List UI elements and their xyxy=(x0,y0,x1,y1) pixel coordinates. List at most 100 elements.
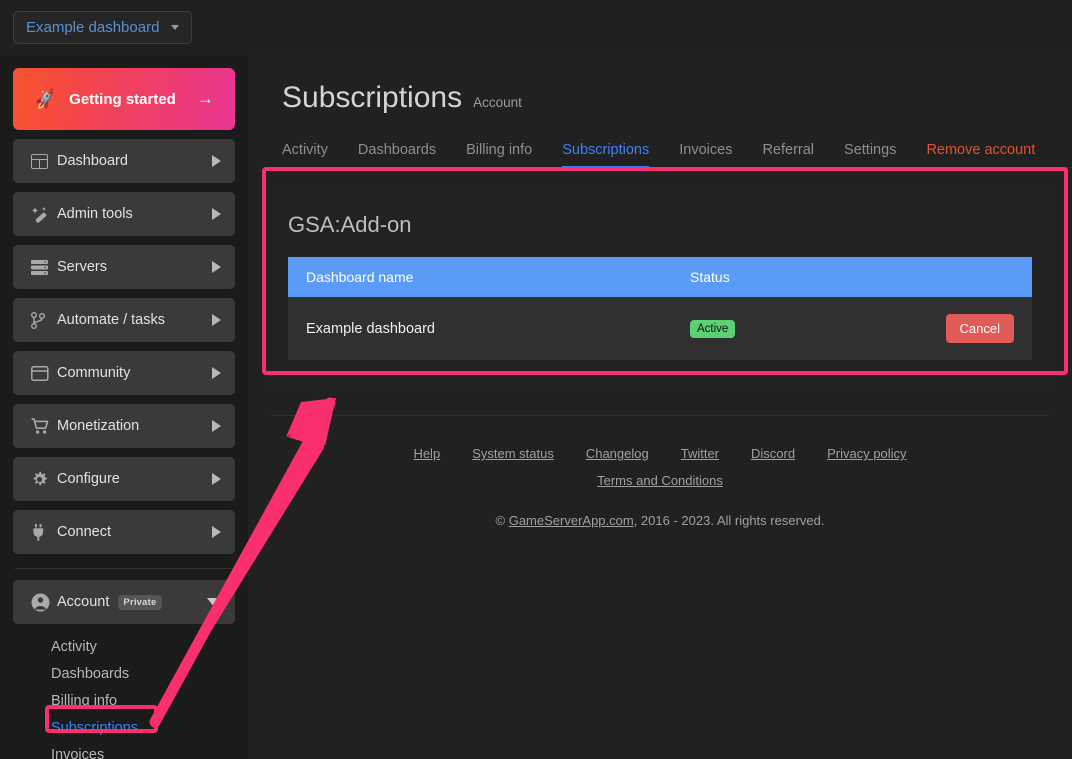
window-icon xyxy=(31,366,57,381)
footer-copyright: © GameServerApp.com, 2016 - 2023. All ri… xyxy=(248,513,1072,528)
plug-icon xyxy=(31,524,57,541)
sidebar-item-label: Community xyxy=(57,365,212,381)
sidebar-item-connect[interactable]: Connect xyxy=(13,510,235,554)
tab-invoices[interactable]: Invoices xyxy=(664,142,747,167)
chevron-down-icon xyxy=(207,598,221,607)
sidebar-item-label: Account xyxy=(57,594,109,610)
cancel-button[interactable]: Cancel xyxy=(946,314,1014,343)
column-header-status: Status xyxy=(672,257,902,297)
cart-icon xyxy=(31,418,57,435)
tab-label: Invoices xyxy=(679,142,732,158)
chevron-right-icon xyxy=(212,261,221,273)
sidebar-subitem-label: Subscriptions xyxy=(51,720,138,736)
sidebar-subitem-subscriptions[interactable]: Subscriptions xyxy=(51,714,235,741)
subscriptions-table: Dashboard name Status Example dashboard … xyxy=(288,257,1032,360)
tab-bar: Activity Dashboards Billing info Subscri… xyxy=(282,135,1072,168)
sidebar-item-dashboard[interactable]: Dashboard xyxy=(13,139,235,183)
sidebar-item-automate-tasks[interactable]: Automate / tasks xyxy=(13,298,235,342)
sidebar-item-account[interactable]: Account Private xyxy=(13,580,235,624)
table-row: Example dashboard Active Cancel xyxy=(288,297,1032,360)
status-badge: Active xyxy=(690,320,735,338)
footer-link-twitter[interactable]: Twitter xyxy=(681,446,719,461)
sidebar-item-label: Monetization xyxy=(57,418,212,434)
sidebar-subitem-label: Dashboards xyxy=(51,666,129,682)
tab-label: Dashboards xyxy=(358,142,436,158)
sidebar-item-configure[interactable]: Configure xyxy=(13,457,235,501)
top-bar: Example dashboard xyxy=(0,0,1072,55)
grid-icon xyxy=(31,154,57,169)
table-header-row: Dashboard name Status xyxy=(288,257,1032,297)
page-header: Subscriptions Account xyxy=(248,55,1072,115)
column-header-actions xyxy=(902,257,1032,297)
sidebar-subitem-label: Activity xyxy=(51,639,97,655)
copyright-prefix: © xyxy=(496,513,509,528)
server-icon xyxy=(31,260,57,275)
tab-subscriptions[interactable]: Subscriptions xyxy=(547,142,664,167)
sidebar-subitem-label: Invoices xyxy=(51,747,104,759)
sidebar-item-servers[interactable]: Servers xyxy=(13,245,235,289)
footer-link-help[interactable]: Help xyxy=(413,446,440,461)
arrow-right-icon: → xyxy=(197,89,214,109)
rocket-icon: 🚀 xyxy=(33,88,57,109)
sidebar-subitem-activity[interactable]: Activity xyxy=(51,633,235,660)
footer-link-gameserverapp[interactable]: GameServerApp.com xyxy=(509,513,634,528)
sidebar-divider xyxy=(15,568,233,569)
sidebar-subitem-invoices[interactable]: Invoices xyxy=(51,741,235,759)
footer-link-privacy-policy[interactable]: Privacy policy xyxy=(827,446,906,461)
cell-actions: Cancel xyxy=(902,297,1032,360)
tab-label: Remove account xyxy=(926,142,1035,158)
copyright-suffix: , 2016 - 2023. All rights reserved. xyxy=(634,513,825,528)
sidebar-item-label: Connect xyxy=(57,524,212,540)
sidebar-item-label: Admin tools xyxy=(57,206,212,222)
footer-terms: Terms and Conditions xyxy=(248,472,1072,490)
private-badge: Private xyxy=(118,595,161,610)
tab-label: Activity xyxy=(282,142,328,158)
getting-started-label: Getting started xyxy=(69,91,176,108)
main-content: Subscriptions Account Activity Dashboard… xyxy=(248,55,1072,759)
tab-label: Billing info xyxy=(466,142,532,158)
chevron-right-icon xyxy=(212,155,221,167)
tab-billing-info[interactable]: Billing info xyxy=(451,142,547,167)
dashboard-selector-label: Example dashboard xyxy=(26,19,159,36)
sidebar-item-community[interactable]: Community xyxy=(13,351,235,395)
sidebar-item-label: Dashboard xyxy=(57,153,212,169)
tab-label: Settings xyxy=(844,142,896,158)
tab-label: Referral xyxy=(762,142,814,158)
subscriptions-card: GSA:Add-on Dashboard name Status Example… xyxy=(268,190,1052,390)
page-subtitle: Account xyxy=(473,95,522,110)
dashboard-selector[interactable]: Example dashboard xyxy=(13,11,192,44)
footer: Help System status Changelog Twitter Dis… xyxy=(248,446,1072,528)
wand-icon xyxy=(31,206,57,223)
tab-dashboards[interactable]: Dashboards xyxy=(343,142,451,167)
sidebar-item-label: Configure xyxy=(57,471,212,487)
branch-icon xyxy=(31,312,57,329)
tab-remove-account[interactable]: Remove account xyxy=(911,142,1050,167)
footer-link-terms-and-conditions[interactable]: Terms and Conditions xyxy=(597,473,723,488)
column-header-dashboard-name: Dashboard name xyxy=(288,257,672,297)
sidebar: 🚀 Getting started → Dashboard Admin tool… xyxy=(0,55,248,759)
chevron-right-icon xyxy=(212,367,221,379)
sidebar-item-label: Servers xyxy=(57,259,212,275)
sidebar-subitem-label: Billing info xyxy=(51,693,117,709)
sidebar-subitem-billing-info[interactable]: Billing info xyxy=(51,687,235,714)
chevron-right-icon xyxy=(212,420,221,432)
footer-link-changelog[interactable]: Changelog xyxy=(586,446,649,461)
sidebar-subitem-dashboards[interactable]: Dashboards xyxy=(51,660,235,687)
cell-status: Active xyxy=(672,297,902,360)
tab-activity[interactable]: Activity xyxy=(282,142,343,167)
page-title: Subscriptions xyxy=(282,81,462,115)
footer-links: Help System status Changelog Twitter Dis… xyxy=(248,446,1072,461)
footer-link-discord[interactable]: Discord xyxy=(751,446,795,461)
card-title: GSA:Add-on xyxy=(288,212,1032,238)
tab-settings[interactable]: Settings xyxy=(829,142,911,167)
chevron-down-icon xyxy=(171,25,179,30)
sidebar-item-admin-tools[interactable]: Admin tools xyxy=(13,192,235,236)
gear-icon xyxy=(31,471,57,488)
footer-link-system-status[interactable]: System status xyxy=(472,446,554,461)
chevron-right-icon xyxy=(212,473,221,485)
getting-started-button[interactable]: 🚀 Getting started → xyxy=(13,68,235,130)
sidebar-item-label: Automate / tasks xyxy=(57,312,212,328)
tab-referral[interactable]: Referral xyxy=(747,142,829,167)
sidebar-item-monetization[interactable]: Monetization xyxy=(13,404,235,448)
chevron-right-icon xyxy=(212,208,221,220)
